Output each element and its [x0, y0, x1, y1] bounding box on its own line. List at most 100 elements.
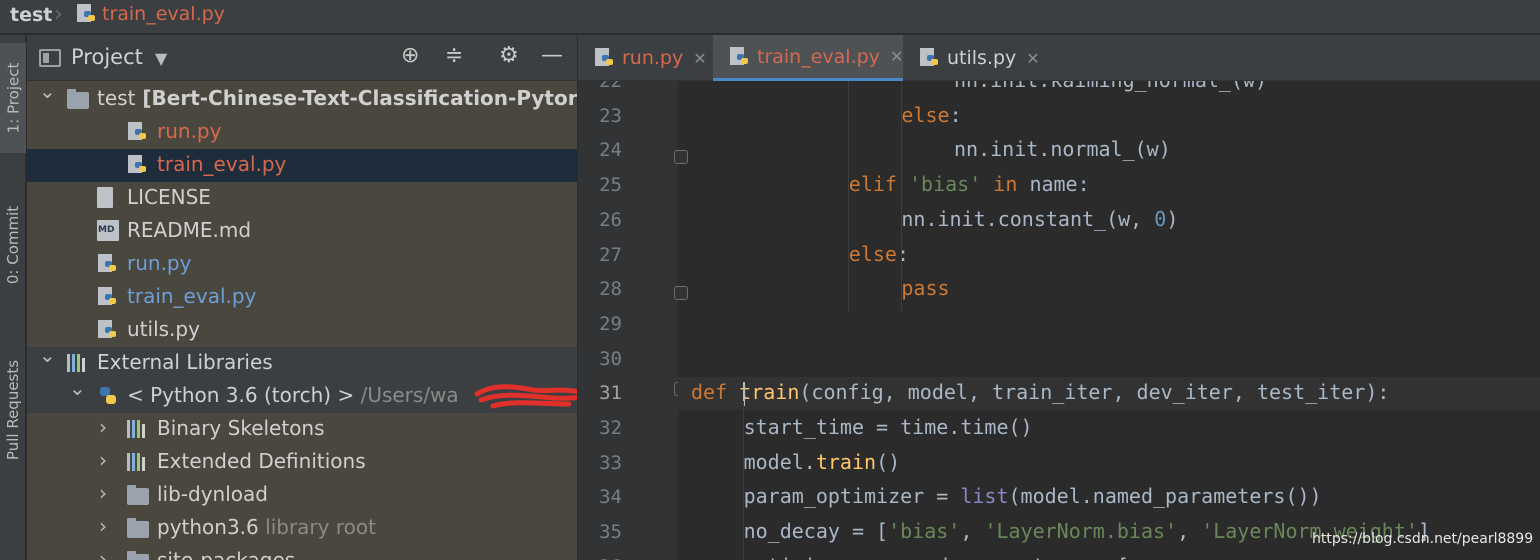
project-panel-header: Project ▼ ⊕ ≑ ⚙ —: [27, 35, 577, 81]
line-number: 29: [599, 312, 622, 335]
tool-tab-project[interactable]: 1: Project: [0, 43, 26, 153]
tool-tab-pull-requests[interactable]: Pull Requests: [0, 335, 26, 485]
tree-item-label: External Libraries: [97, 350, 273, 374]
tree-item[interactable]: train_eval.py: [27, 149, 577, 182]
code-line[interactable]: start_time = time.time(): [744, 415, 1033, 439]
chevron-down-icon[interactable]: ⌄: [39, 79, 56, 103]
close-icon[interactable]: ✕: [890, 47, 903, 66]
chevron-right-icon[interactable]: ›: [99, 448, 107, 472]
code-line[interactable]: elif 'bias' in name:: [849, 172, 1090, 196]
folder-icon: [127, 517, 149, 538]
markdown-file-icon: MD: [97, 220, 119, 241]
chevron-down-icon[interactable]: ▼: [155, 49, 167, 68]
editor-tab-label: utils.py: [947, 47, 1017, 69]
chevron-down-icon[interactable]: ⌄: [39, 343, 56, 367]
tree-item[interactable]: ⌄ External Libraries: [27, 343, 577, 380]
line-number-gutter[interactable]: 22 23 24 25 26 27 28 29 30 31 32 33 34 35 36: [578, 81, 688, 560]
tree-item-label: run.py: [157, 119, 222, 143]
python-sdk-icon: [97, 385, 119, 412]
tool-tab-pull-requests-label: Pull Requests: [4, 359, 23, 461]
code-line[interactable]: def train(config, model, train_iter, dev…: [691, 380, 1389, 404]
editor-tab-bar: run.py ✕ train_eval.py ✕ utils.py ✕: [578, 35, 1540, 81]
code-line[interactable]: optimizer_grouped_parameters = [: [744, 554, 1129, 560]
code-line[interactable]: nn.init.normal_(w): [954, 137, 1171, 161]
library-icon: [127, 418, 145, 438]
tree-item[interactable]: run.py: [27, 248, 577, 281]
code-line[interactable]: model.train(): [744, 450, 901, 474]
code-line[interactable]: else:: [901, 103, 961, 127]
gear-icon[interactable]: ⚙: [499, 43, 519, 68]
folder-icon: [127, 484, 149, 505]
chevron-right-icon[interactable]: ›: [99, 514, 107, 538]
code-line[interactable]: param_optimizer = list(model.named_param…: [744, 484, 1322, 508]
hide-panel-icon[interactable]: —: [541, 43, 563, 68]
code-editor[interactable]: 22 23 24 25 26 27 28 29 30 31 32 33 34 35 36 nn.init.k…: [578, 81, 1540, 560]
tool-window-strip: 1: Project 0: Commit Pull Requests: [0, 35, 26, 560]
breadcrumb-separator-icon: ›: [54, 2, 63, 27]
text-file-icon: [97, 187, 113, 208]
tree-item[interactable]: run.py: [27, 116, 577, 149]
breadcrumb-file[interactable]: train_eval.py: [102, 3, 225, 25]
indent-guide: [901, 81, 902, 311]
line-number: 24: [599, 139, 622, 162]
editor-tab[interactable]: utils.py ✕: [903, 35, 1048, 81]
project-view-selector[interactable]: Project: [71, 45, 143, 69]
locate-file-icon[interactable]: ⊕: [401, 43, 419, 68]
tree-item-label: train_eval.py: [127, 284, 257, 308]
line-number: 28: [599, 278, 622, 301]
editor-tab-label: run.py: [622, 47, 684, 69]
python-file-icon: [127, 121, 149, 148]
tree-item[interactable]: MD README.md: [27, 215, 577, 248]
code-line[interactable]: nn.init.constant_(w, 0): [901, 207, 1178, 231]
python-file-icon: [729, 46, 751, 68]
navigation-bar: test › train_eval.py: [0, 0, 1540, 34]
python-file-icon: [919, 47, 941, 69]
folder-icon: [127, 550, 149, 560]
tree-item-label: Extended Definitions: [157, 449, 366, 473]
tree-item[interactable]: train_eval.py: [27, 281, 577, 314]
chevron-right-icon[interactable]: ›: [99, 415, 107, 439]
tree-item[interactable]: › python3.6 library root: [27, 512, 577, 545]
redaction-scribble: [474, 384, 577, 409]
project-window-icon: [39, 49, 61, 67]
tree-item-hint: library root: [258, 515, 376, 539]
fold-marker-icon[interactable]: [674, 150, 688, 164]
tree-item-label: test [Bert-Chinese-Text-Classification-P…: [97, 86, 577, 110]
line-number: 34: [599, 486, 622, 509]
tree-item[interactable]: utils.py: [27, 314, 577, 347]
line-number: 33: [599, 451, 622, 474]
editor-tab[interactable]: run.py ✕: [578, 35, 713, 81]
tree-item[interactable]: › Extended Definitions: [27, 446, 577, 479]
folder-icon: [67, 88, 89, 109]
tree-item-label: run.py: [127, 251, 192, 275]
indent-guide: [743, 401, 744, 560]
python-file-icon: [76, 3, 98, 29]
tree-item-label: LICENSE: [127, 185, 211, 209]
collapse-all-icon[interactable]: ≑: [445, 43, 463, 68]
close-icon[interactable]: ✕: [693, 49, 706, 68]
code-line[interactable]: pass: [901, 276, 949, 300]
tree-item-hint: /Users/wa: [354, 383, 459, 407]
tree-item[interactable]: › Binary Skeletons: [27, 413, 577, 446]
line-number: 27: [599, 243, 622, 266]
tree-item[interactable]: › site-packages: [27, 545, 577, 560]
tree-item-label: Binary Skeletons: [157, 416, 325, 440]
breadcrumb-root[interactable]: test: [10, 4, 52, 26]
close-icon[interactable]: ✕: [1026, 49, 1039, 68]
chevron-down-icon[interactable]: ⌄: [69, 376, 86, 400]
chevron-right-icon[interactable]: ›: [99, 547, 107, 560]
chevron-right-icon[interactable]: ›: [99, 481, 107, 505]
tree-item[interactable]: ⌄ test [Bert-Chinese-Text-Classification-…: [27, 79, 577, 116]
tree-item[interactable]: › lib-dynload: [27, 479, 577, 512]
editor-tab[interactable]: train_eval.py ✕: [713, 35, 903, 81]
tree-item-label: python3.6 library root: [157, 515, 376, 539]
python-file-icon: [127, 154, 149, 181]
tool-tab-commit[interactable]: 0: Commit: [0, 185, 26, 305]
tree-item[interactable]: LICENSE: [27, 182, 577, 215]
library-icon: [127, 451, 145, 471]
code-line[interactable]: else:: [849, 242, 909, 266]
fold-marker-icon[interactable]: [674, 286, 688, 300]
tree-item-hint: [Bert-Chinese-Text-Classification-Pytorc…: [135, 86, 577, 110]
tree-item-label: utils.py: [127, 317, 200, 341]
code-line[interactable]: nn.init.kaiming_normal_(w): [954, 81, 1267, 92]
